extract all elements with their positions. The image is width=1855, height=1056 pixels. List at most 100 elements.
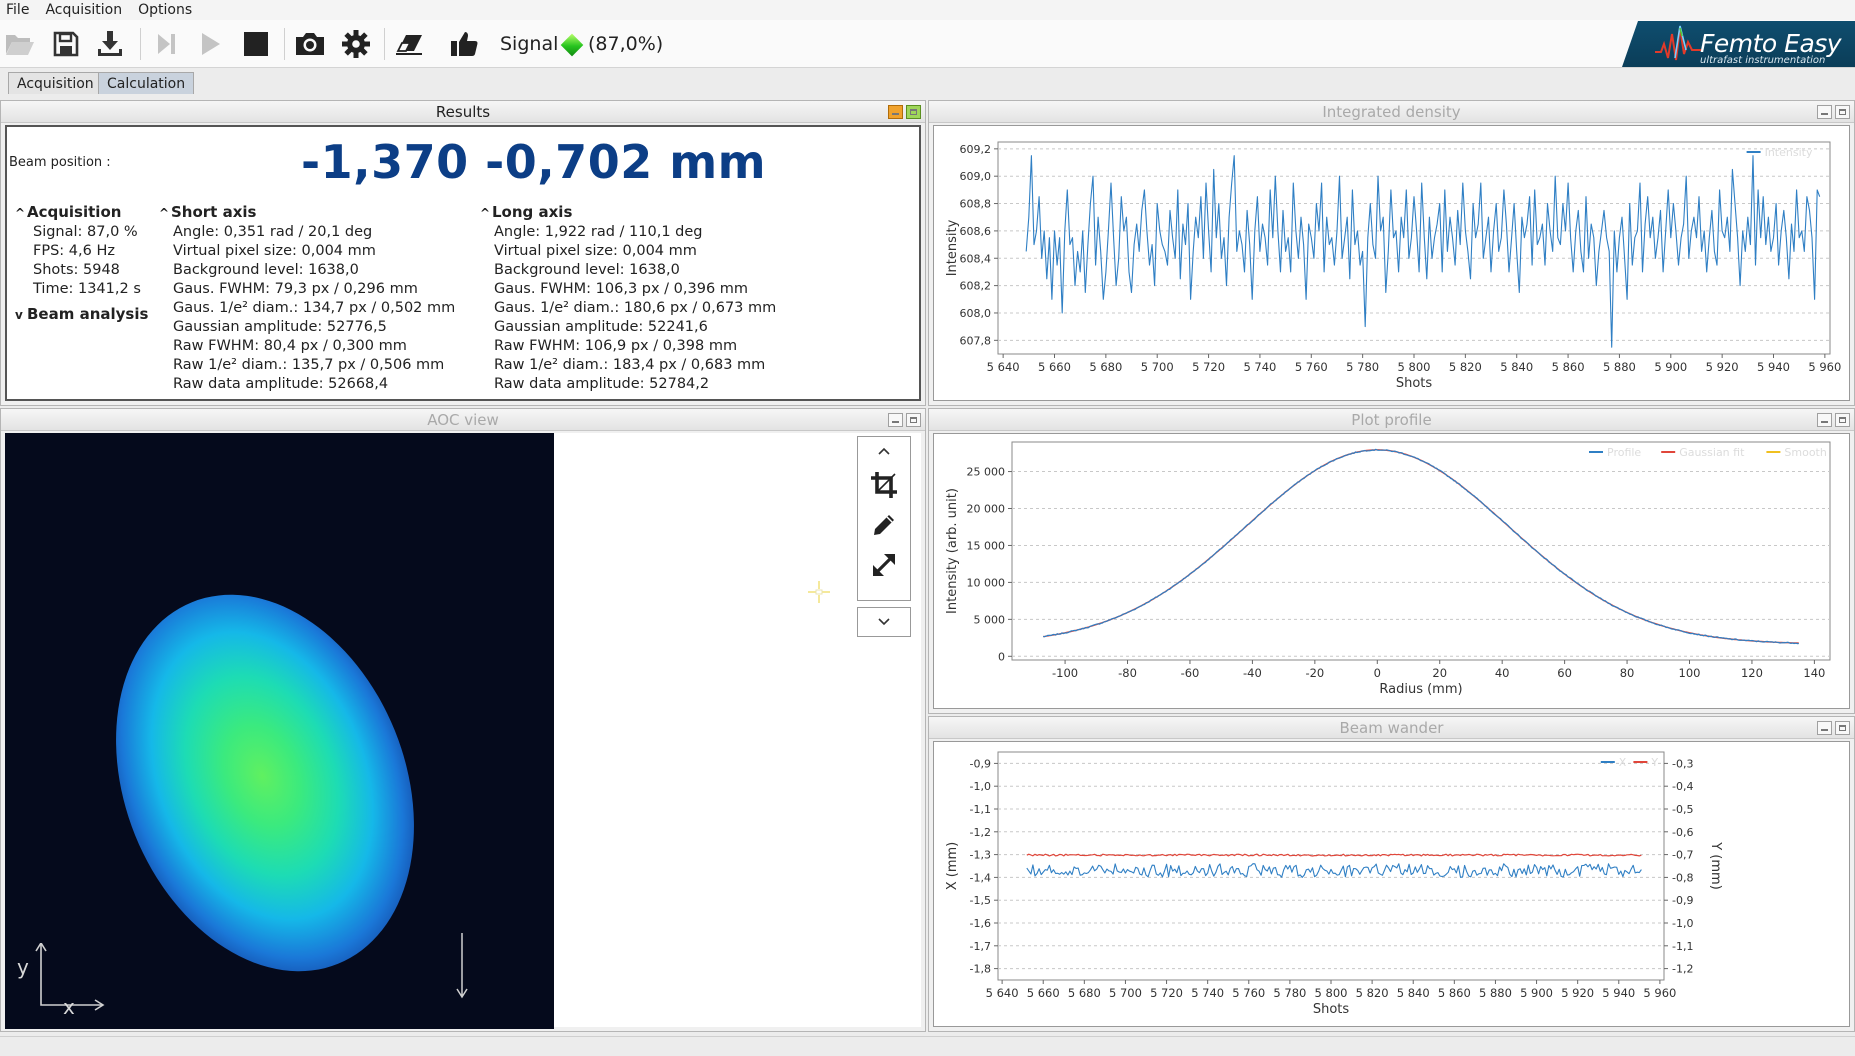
- crop-icon[interactable]: [860, 465, 908, 505]
- x-tick-label: 5 740: [1243, 360, 1276, 374]
- long-axis-group: ^ Long axis Angle: 1,922 rad / 110,1 deg …: [480, 203, 776, 394]
- x-tick-label: 5 640: [986, 986, 1019, 1000]
- long-axis-item: Gaussian amplitude: 52241,6: [494, 319, 708, 335]
- eraser-icon[interactable]: [392, 26, 428, 62]
- minimize-icon[interactable]: [1817, 721, 1832, 735]
- y-tick-label: 25 000: [967, 466, 1006, 479]
- y-tick-label: -1,3: [970, 849, 991, 862]
- y2-tick-label: -0,4: [1672, 780, 1693, 793]
- down-arrow-icon: [456, 933, 468, 999]
- menu-acquisition[interactable]: Acquisition: [37, 2, 130, 18]
- x-tick-label: 5 880: [1479, 986, 1512, 1000]
- x-tick-label: 5 860: [1552, 360, 1585, 374]
- logo-tagline: ultrafast instrumentation: [1700, 55, 1826, 66]
- chevron-up-icon[interactable]: [860, 437, 908, 465]
- beam-spot: [62, 549, 468, 1017]
- short-axis-title: Short axis: [171, 203, 257, 221]
- maximize-icon[interactable]: [906, 105, 921, 119]
- x-tick-label: 5 740: [1191, 986, 1224, 1000]
- aoc-toolbar: [857, 436, 911, 601]
- short-axis-item: Raw 1/e² diam.: 135,7 px / 0,506 mm: [173, 357, 445, 373]
- x-tick-label: 5 660: [1038, 360, 1071, 374]
- download-icon[interactable]: [92, 26, 128, 62]
- stop-icon[interactable]: [238, 26, 274, 62]
- acquisition-shots: Shots: 5948: [33, 262, 120, 278]
- y-tick-label: -1,1: [970, 803, 991, 816]
- camera-icon[interactable]: [292, 26, 328, 62]
- thumbs-up-icon[interactable]: [446, 26, 482, 62]
- logo-name: Femto Easy: [1700, 29, 1842, 58]
- maximize-icon[interactable]: [906, 413, 921, 427]
- plot-profile-title: Plot profile: [929, 409, 1854, 431]
- minimize-icon[interactable]: [1817, 105, 1832, 119]
- x-tick-label: 80: [1620, 666, 1635, 680]
- minimize-icon[interactable]: [888, 413, 903, 427]
- x-tick-label: 5 720: [1192, 360, 1225, 374]
- x-tick-label: -40: [1243, 666, 1262, 680]
- x-tick-label: 5 680: [1089, 360, 1122, 374]
- beam-wander-panel: Beam wander -0,9 -1,0 -1,1 -1,2 -1,3 -1,4 -1,5…: [928, 716, 1855, 1032]
- y-tick-label: 609,2: [960, 143, 992, 156]
- minimize-icon[interactable]: [888, 105, 903, 119]
- tab-acquisition[interactable]: Acquisition: [8, 72, 103, 94]
- chevron-up-icon: ^: [159, 206, 170, 220]
- long-axis-item: Gaus. 1/e² diam.: 180,6 px / 0,673 mm: [494, 300, 777, 316]
- beam-image[interactable]: y x: [5, 433, 554, 1029]
- x-tick-label: 5 880: [1603, 360, 1636, 374]
- short-axis-toggle[interactable]: ^ Short axis: [159, 203, 455, 223]
- y-axis-label: Intensity (arb. unit): [945, 488, 960, 614]
- acquisition-time: Time: 1341,2 s: [33, 281, 141, 297]
- chevron-down-icon[interactable]: [860, 608, 908, 636]
- maximize-icon[interactable]: [1835, 413, 1850, 427]
- long-axis-toggle[interactable]: ^ Long axis: [480, 203, 776, 223]
- short-axis-item: Raw FWHM: 80,4 px / 0,300 mm: [173, 338, 407, 354]
- x-tick-label: 5 860: [1438, 986, 1471, 1000]
- integrated-density-chart[interactable]: 607,8 608,0 608,2 608,4 608,6 608,8 609,0 609,2…: [934, 126, 1851, 402]
- tab-calculation[interactable]: Calculation: [98, 72, 195, 94]
- y-tick-label: -1,4: [970, 871, 991, 884]
- pencil-icon[interactable]: [860, 505, 908, 545]
- acquisition-toggle[interactable]: ^ Acquisition: [15, 203, 148, 223]
- beam-analysis-toggle[interactable]: v Beam analysis: [15, 305, 148, 325]
- maximize-icon[interactable]: [1835, 105, 1850, 119]
- long-axis-item: Angle: 1,922 rad / 110,1 deg: [494, 224, 703, 240]
- x-tick-label: 5 900: [1520, 986, 1553, 1000]
- x-tick-label: 40: [1495, 666, 1510, 680]
- y2-axis-label: Y (mm): [1708, 841, 1723, 890]
- y-tick-label: 607,8: [960, 334, 992, 347]
- expand-icon[interactable]: [860, 545, 908, 585]
- y2-tick-label: -0,5: [1672, 803, 1693, 816]
- beam-wander-body: -0,9 -1,0 -1,1 -1,2 -1,3 -1,4 -1,5 -1,6 -1,7 -1,8…: [933, 741, 1850, 1027]
- save-icon[interactable]: [48, 26, 84, 62]
- aoc-toolbar-collapse: [857, 607, 911, 637]
- acquisition-signal: Signal: 87,0 %: [33, 224, 138, 240]
- signal-label: Signal: [500, 33, 559, 55]
- y-tick-label: 608,8: [960, 198, 992, 211]
- folder-open-icon[interactable]: [2, 26, 38, 62]
- x-tick-label: 5 640: [987, 360, 1020, 374]
- x-tick-label: 20: [1432, 666, 1447, 680]
- maximize-icon[interactable]: [1835, 721, 1850, 735]
- plot-profile-chart[interactable]: 0 5 000 10 000 15 000 20 000 25 000 -100 -80 -60…: [934, 434, 1851, 710]
- long-axis-item: Raw 1/e² diam.: 183,4 px / 0,683 mm: [494, 357, 766, 373]
- play-icon[interactable]: [192, 26, 228, 62]
- step-icon[interactable]: [148, 26, 184, 62]
- y-tick-label: 608,6: [960, 225, 992, 238]
- short-axis-item: Virtual pixel size: 0,004 mm: [173, 243, 376, 259]
- gear-icon[interactable]: [338, 26, 374, 62]
- menu-options[interactable]: Options: [130, 2, 200, 18]
- chevron-down-icon: v: [15, 308, 23, 322]
- menu-file[interactable]: File: [0, 2, 37, 18]
- y-tick-label: -1,8: [970, 963, 991, 976]
- logo-wave-icon: [1655, 25, 1701, 61]
- integrated-density-panel: Integrated density 607,8 608,0 608,2 608,4 6…: [928, 100, 1855, 406]
- y-tick-label: 608,0: [960, 307, 992, 320]
- minimize-icon[interactable]: [1817, 413, 1832, 427]
- x-tick-label: 5 940: [1757, 360, 1790, 374]
- y-tick-label: -1,6: [970, 917, 991, 930]
- long-axis-item: Raw FWHM: 106,9 px / 0,398 mm: [494, 338, 738, 354]
- x-tick-label: 5 700: [1141, 360, 1174, 374]
- y-tick-label: 10 000: [967, 576, 1006, 589]
- beam-wander-chart[interactable]: -0,9 -1,0 -1,1 -1,2 -1,3 -1,4 -1,5 -1,6 -1,7 -1,8…: [934, 742, 1851, 1028]
- x-tick-label: 5 760: [1232, 986, 1265, 1000]
